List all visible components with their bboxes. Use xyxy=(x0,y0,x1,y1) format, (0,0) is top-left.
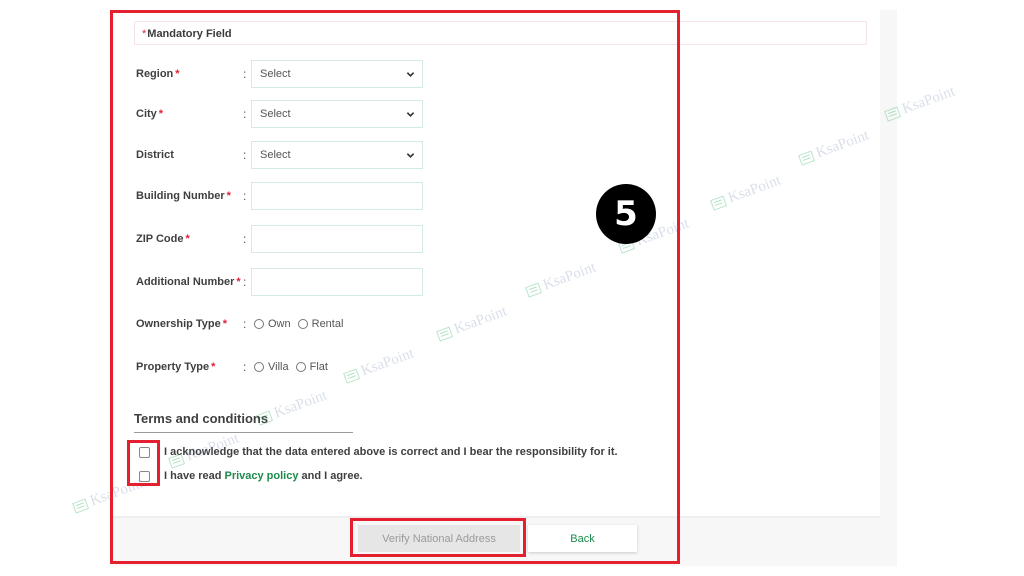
step-number-badge: 5 xyxy=(596,184,656,244)
building-number-input[interactable] xyxy=(251,182,423,210)
city-select[interactable]: Select xyxy=(251,100,423,128)
privacy-policy-link[interactable]: Privacy policy xyxy=(224,470,298,482)
zip-code-label: ZIP Code * xyxy=(136,233,190,245)
privacy-prefix-text: I have read xyxy=(164,470,222,482)
city-label: City * xyxy=(136,108,164,120)
radio-circle-icon[interactable] xyxy=(297,319,308,329)
colon: : xyxy=(243,67,247,81)
ownership-own-radio[interactable]: Own xyxy=(254,310,291,338)
privacy-suffix-text: and I agree. xyxy=(301,470,363,482)
additional-number-input[interactable] xyxy=(251,268,423,296)
terms-title: Terms and conditions xyxy=(134,411,269,426)
colon: : xyxy=(243,360,247,374)
chevron-down-icon xyxy=(406,112,415,117)
ownership-radio-group: Own Rental xyxy=(254,310,343,338)
zip-code-input[interactable] xyxy=(251,225,423,253)
colon: : xyxy=(243,232,247,246)
ownership-type-label: Ownership Type * xyxy=(136,318,228,330)
property-villa-radio[interactable]: Villa xyxy=(254,353,289,381)
building-number-label: Building Number * xyxy=(136,190,231,202)
verify-national-address-button[interactable]: Verify National Address xyxy=(358,525,520,552)
radio-circle-icon[interactable] xyxy=(254,319,264,329)
district-select[interactable]: Select xyxy=(251,141,423,169)
additional-number-label: Additional Number * xyxy=(136,276,241,288)
radio-circle-icon[interactable] xyxy=(295,362,306,372)
colon: : xyxy=(243,317,247,331)
region-label: Region * xyxy=(136,68,180,80)
city-select-value: Select xyxy=(260,108,291,120)
region-select[interactable]: Select xyxy=(251,60,423,88)
required-star: * xyxy=(142,28,147,40)
radio-circle-icon[interactable] xyxy=(254,362,264,372)
watermark-logo-icon xyxy=(72,498,90,514)
terms-divider xyxy=(134,432,353,433)
ownership-rental-radio[interactable]: Rental xyxy=(297,310,343,338)
acknowledge-text: I acknowledge that the data entered abov… xyxy=(164,446,618,458)
chevron-down-icon xyxy=(406,72,415,77)
privacy-checkbox[interactable] xyxy=(139,470,150,482)
acknowledge-row: I acknowledge that the data entered abov… xyxy=(139,445,618,459)
back-button[interactable]: Back xyxy=(528,525,637,552)
property-flat-radio[interactable]: Flat xyxy=(295,353,328,381)
colon: : xyxy=(243,189,247,203)
mandatory-field-note: *Mandatory Field xyxy=(134,21,867,45)
property-radio-group: Villa Flat xyxy=(254,353,328,381)
acknowledge-checkbox[interactable] xyxy=(139,446,150,458)
privacy-row: I have read Privacy policy and I agree. xyxy=(139,469,363,483)
colon: : xyxy=(243,275,247,289)
property-type-label: Property Type * xyxy=(136,361,216,373)
district-select-value: Select xyxy=(260,149,291,161)
form-panel xyxy=(112,10,880,518)
district-label: District xyxy=(136,149,174,161)
colon: : xyxy=(243,148,247,162)
colon: : xyxy=(243,107,247,121)
chevron-down-icon xyxy=(406,153,415,158)
mandatory-field-text: Mandatory Field xyxy=(147,28,232,40)
region-select-value: Select xyxy=(260,68,291,80)
